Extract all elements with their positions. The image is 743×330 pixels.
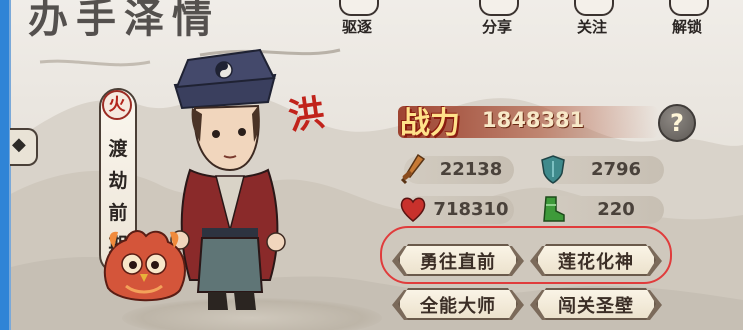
realm-char: 劫	[108, 170, 128, 192]
hp-value: 718310	[433, 199, 509, 220]
follow-icon	[574, 0, 614, 16]
trait-label: 全能大师	[420, 296, 496, 317]
character-detail-screen: 办手泽情 ◆ 驱逐 分享 关注 解锁 火 渡 劫 前 期	[0, 0, 743, 330]
share-icon	[479, 0, 519, 16]
trait-button[interactable]: 全能大师	[392, 284, 524, 324]
attack-value: 22138	[439, 159, 503, 180]
expel-icon	[339, 0, 379, 16]
window-edge	[0, 0, 9, 330]
speed-value: 220	[597, 199, 635, 220]
element-fire-icon: 火	[102, 90, 132, 120]
defense-value: 2796	[590, 159, 642, 180]
follow-label: 关注	[576, 18, 607, 36]
unlock-icon	[669, 0, 709, 16]
combat-power-panel: 战力 1848381	[398, 98, 688, 144]
unlock-button[interactable]: 解锁	[655, 0, 719, 44]
highlight-ring	[380, 226, 672, 284]
stat-defense: 2796	[541, 155, 664, 184]
help-button[interactable]: ?	[658, 104, 696, 142]
stat-attack: 22138	[400, 153, 514, 185]
share-label: 分享	[481, 18, 512, 36]
trait-label: 闯关圣壁	[558, 296, 634, 317]
trait-button[interactable]: 闯关圣壁	[530, 284, 662, 324]
side-expand-tab[interactable]: ◆	[10, 128, 38, 166]
expel-button[interactable]: 驱逐	[325, 0, 389, 44]
realm-char: 前	[108, 202, 128, 224]
stat-speed: 220	[543, 196, 664, 224]
clan-mark: 洪	[285, 91, 328, 139]
scroll-icon: ◆	[12, 134, 26, 155]
share-button[interactable]: 分享	[465, 0, 529, 44]
expel-label: 驱逐	[341, 18, 372, 36]
fire-owl-pet[interactable]	[96, 228, 192, 308]
unlock-label: 解锁	[671, 18, 702, 36]
stat-hp: 718310	[400, 196, 514, 224]
combat-power-value: 1848381	[482, 108, 585, 132]
realm-char: 渡	[108, 138, 128, 160]
combat-power-label: 战力	[400, 106, 460, 141]
follow-button[interactable]: 关注	[560, 0, 624, 44]
